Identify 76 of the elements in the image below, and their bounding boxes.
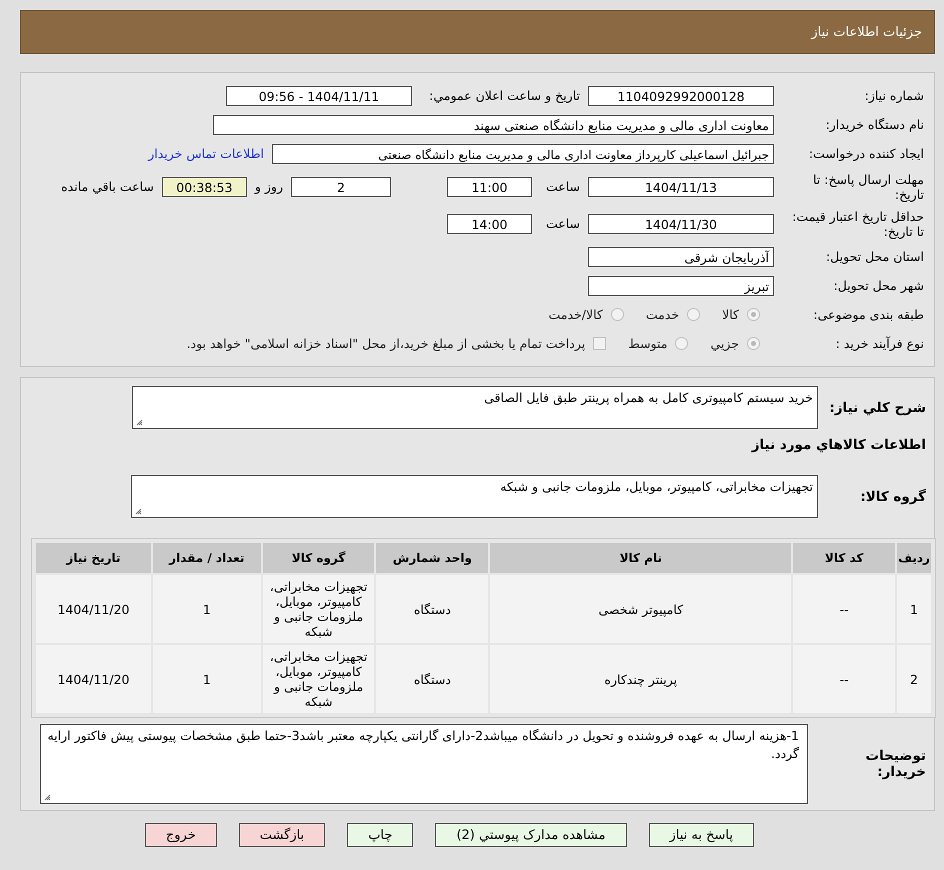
field-label: نام دستگاه خریدار: xyxy=(824,117,925,132)
field-label: گروه کالا: xyxy=(859,488,926,504)
action-button[interactable]: بازگشت xyxy=(238,823,326,847)
table-cell: 1404/11/20 xyxy=(36,575,151,643)
field-label: ساعت xyxy=(544,179,580,194)
field-label: طبقه بندی موضوعی: xyxy=(812,307,925,322)
deadline-date-field: 1404/11/13 xyxy=(588,176,774,196)
page-title: جزئیات اطلاعات نیاز xyxy=(811,24,922,40)
column-header: گروه کالا xyxy=(262,543,374,573)
field-label: تاریخ و ساعت اعلان عمومي: xyxy=(428,88,580,103)
action-button[interactable]: خروج xyxy=(144,823,217,847)
radio-button[interactable] xyxy=(687,308,700,321)
field-label: ایجاد کننده درخواست: xyxy=(808,146,925,161)
table-cell: تجهیزات مخابراتی، کامپیوتر، موبایل، ملزومات جانبی و شبکه xyxy=(262,575,374,643)
table-cell: 1 xyxy=(897,575,931,643)
table-cell: کامپیوتر شخصی xyxy=(490,575,792,643)
field-label: شرح کلي نیاز: xyxy=(828,400,926,416)
table-cell: 1 xyxy=(152,575,261,643)
validity-time-field: 14:00 xyxy=(447,214,532,234)
action-button[interactable]: چاپ xyxy=(347,823,414,847)
requester-field: جبرائیل اسماعیلی کارپرداز معاونت اداری مالی و مدیریت منابع دانشگاه صنعتی xyxy=(272,144,774,164)
field-label: ساعت xyxy=(544,216,580,231)
option-label: کالا/خدمت xyxy=(548,307,603,322)
radio-button[interactable] xyxy=(747,337,760,350)
remaining-time-field: 00:38:53 xyxy=(162,176,247,196)
buyer-notes-field: 1-هزینه ارسال به عهده فروشنده و تحویل در دانشگاه میباشد2-دارای گارانتی یکپارچه معتبر باشد3-حتما طبق مشخصات پیوستی پیش فاکتور ارایه گردد. xyxy=(40,724,808,804)
field-label: شماره نیاز: xyxy=(864,88,925,103)
field-label: ساعت باقي مانده xyxy=(61,179,154,194)
column-header: تاریخ نیاز xyxy=(36,543,151,573)
checkbox-label: پرداخت تمام یا بخشی از مبلغ خرید،از محل "اسناد خزانه اسلامی" خواهد بود. xyxy=(186,336,586,351)
table-cell: 2 xyxy=(897,645,931,713)
table-cell: 1 xyxy=(152,645,261,713)
validity-date-field: 1404/11/30 xyxy=(588,214,774,234)
radio-button[interactable] xyxy=(747,308,760,321)
field-label: روز و xyxy=(254,179,283,194)
resize-grip-icon xyxy=(135,508,142,515)
table-cell: دستگاه xyxy=(376,645,488,713)
section-heading: اطلاعات کالاهاي مورد نیاز xyxy=(750,437,926,453)
action-button[interactable]: مشاهده مدارک پیوستي (2) xyxy=(435,823,626,847)
table-cell: پرینتر چندکاره xyxy=(490,645,792,713)
buyer-org-field: معاونت اداری مالی و مدیریت منابع دانشگاه صنعتی سهند xyxy=(213,114,774,134)
action-button[interactable]: پاسخ به نیاز xyxy=(648,823,754,847)
need-number-field: 1104092992000128 xyxy=(588,86,774,106)
table-cell: تجهیزات مخابراتی، کامپیوتر، موبایل، ملزومات جانبی و شبکه xyxy=(262,645,374,713)
column-header: تعداد / مقدار xyxy=(152,543,261,573)
announce-date-field: 1404/11/11 - 09:56 xyxy=(226,86,412,106)
field-label: حداقل تاریخ اعتبار قیمت: تا تاریخ: xyxy=(791,208,925,238)
field-label: توضیحات خریدار: xyxy=(864,748,926,780)
option-label: متوسط xyxy=(628,336,668,351)
field-label: استان محل تحویل: xyxy=(824,249,925,264)
goods-group-field: تجهیزات مخابراتی، کامپیوتر، موبایل، ملزومات جانبی و شبکه xyxy=(131,475,818,518)
contact-link[interactable]: اطلاعات تماس خریدار xyxy=(148,146,264,161)
option-label: خدمت xyxy=(646,307,680,322)
city-field: تبریز xyxy=(588,276,774,296)
field-label: مهلت ارسال پاسخ: تا تاریخ: xyxy=(812,172,925,202)
province-field: آذربایجان شرقی xyxy=(588,246,774,266)
column-header: ردیف xyxy=(897,543,931,573)
resize-grip-icon xyxy=(44,794,51,801)
radio-button[interactable] xyxy=(675,337,688,350)
field-label: شهر محل تحویل: xyxy=(832,278,925,293)
checkbox[interactable] xyxy=(593,337,606,350)
table-cell: 1404/11/20 xyxy=(36,645,151,713)
column-header: نام کالا xyxy=(490,543,792,573)
option-label: کالا xyxy=(722,307,739,322)
field-label: نوع فرآیند خرید : xyxy=(834,336,925,351)
table-cell: دستگاه xyxy=(376,575,488,643)
table-cell: -- xyxy=(793,645,896,713)
option-label: جزيي xyxy=(710,336,739,351)
description-field: خرید سیستم کامپیوتری کامل به همراه پرینتر طبق فایل الصاقی xyxy=(132,386,818,429)
column-header: واحد شمارش xyxy=(376,543,488,573)
radio-button[interactable] xyxy=(610,308,624,321)
resize-grip-icon xyxy=(136,419,143,426)
days-field: 2 xyxy=(291,176,391,196)
column-header: کد کالا xyxy=(793,543,896,573)
deadline-time-field: 11:00 xyxy=(447,176,532,196)
table-cell: -- xyxy=(793,575,896,643)
